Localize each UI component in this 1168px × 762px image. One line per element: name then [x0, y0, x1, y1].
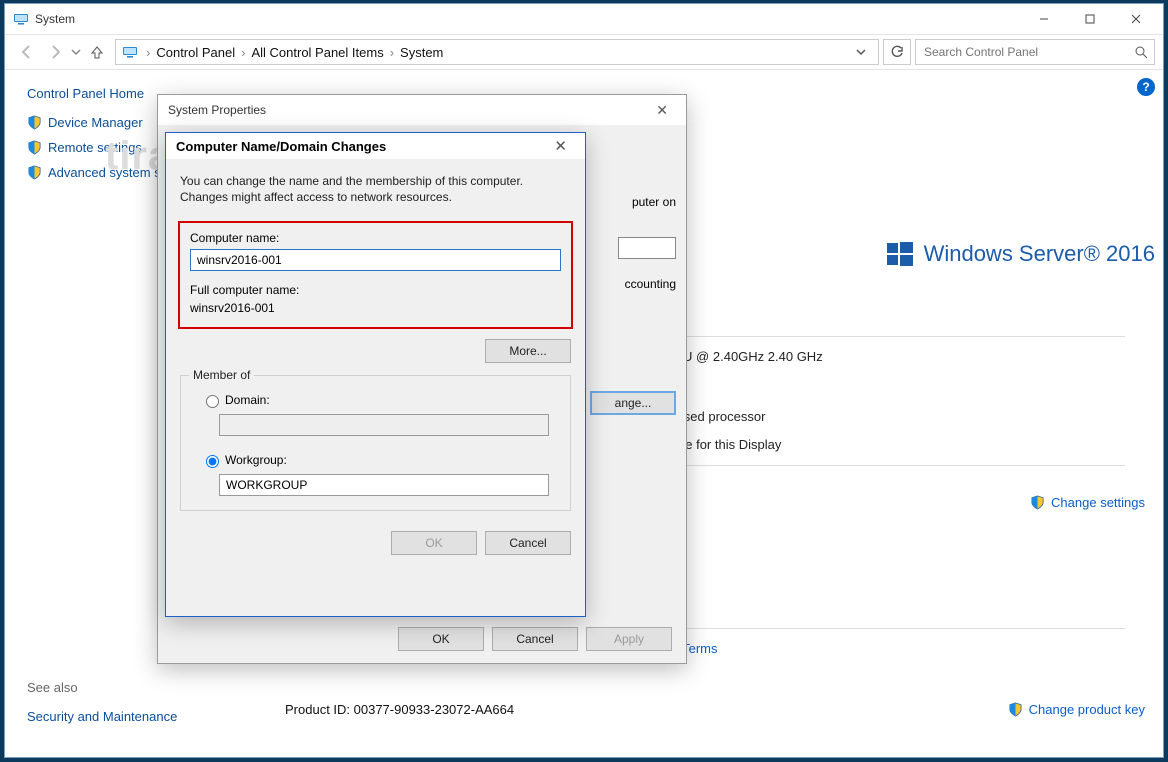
see-also-heading: See also: [27, 680, 273, 695]
button-label: Apply: [614, 632, 644, 646]
toolbar: › Control Panel › All Control Panel Item…: [5, 34, 1163, 70]
window-title: System: [35, 12, 75, 26]
full-computer-name-label: Full computer name:: [190, 283, 561, 297]
breadcrumb-0[interactable]: Control Panel: [152, 45, 239, 60]
system-icon: [13, 11, 29, 27]
product-id-label: Product ID:: [285, 702, 354, 717]
maximize-button[interactable]: [1067, 4, 1113, 34]
close-icon[interactable]: ✕: [648, 98, 676, 123]
button-label: Cancel: [509, 536, 546, 550]
domain-radio[interactable]: [206, 395, 219, 408]
domain-input: [219, 414, 549, 436]
workgroup-input[interactable]: [219, 474, 549, 496]
nav-up-button[interactable]: [83, 45, 111, 59]
member-of-fieldset: Member of Domain: Workgroup:: [180, 375, 571, 511]
workgroup-label: Workgroup:: [225, 453, 287, 467]
explorer-window: System › Control Panel › All Control Pan…: [4, 3, 1164, 758]
domain-radio-row[interactable]: Domain:: [201, 392, 556, 408]
ok-button[interactable]: OK: [391, 531, 477, 555]
shield-icon: [27, 140, 42, 155]
fieldset-legend: Member of: [189, 368, 254, 382]
button-label: OK: [425, 536, 442, 550]
help-icon[interactable]: ?: [1137, 78, 1155, 96]
full-computer-name-value: winsrv2016-001: [190, 301, 561, 315]
computer-name-label: Computer name:: [190, 231, 561, 245]
license-terms-link[interactable]: se Terms: [665, 635, 1125, 663]
domain-label: Domain:: [225, 393, 270, 407]
button-label: OK: [432, 632, 449, 646]
refresh-button[interactable]: [883, 39, 911, 65]
dialog-footer: OK Cancel Apply: [398, 627, 672, 651]
cpu-line: CPU @ 2.40GHz 2.40 GHz: [665, 343, 1125, 371]
sidebar-item-label: Remote settings: [48, 140, 142, 155]
breadcrumb-sep: ›: [388, 45, 396, 60]
product-id: Product ID: 00377-90933-23072-AA664: [285, 702, 514, 717]
apply-button[interactable]: Apply: [586, 627, 672, 651]
close-button[interactable]: [1113, 4, 1159, 34]
button-label: Cancel: [516, 632, 553, 646]
change-product-key-link[interactable]: Change product key: [1008, 702, 1145, 717]
fragment-text: puter on: [632, 195, 676, 209]
display-line: lable for this Display: [665, 431, 1125, 459]
nav-back-button[interactable]: [13, 38, 41, 66]
dialog-description: You can change the name and the membersh…: [166, 159, 585, 215]
change-settings-link[interactable]: Change settings: [1030, 495, 1145, 510]
dialog-title: Computer Name/Domain Changes: [176, 139, 386, 154]
computer-name-dialog: Computer Name/Domain Changes ✕ You can c…: [165, 132, 586, 617]
windows-brand: Windows Server® 2016: [886, 240, 1155, 268]
product-id-value: 00377-90933-23072-AA664: [354, 702, 514, 717]
button-label: More...: [509, 344, 546, 358]
dialog-titlebar: System Properties ✕: [158, 95, 686, 125]
breadcrumb-2[interactable]: System: [396, 45, 447, 60]
more-button[interactable]: More...: [485, 339, 571, 363]
fragment-text: ccounting: [625, 277, 676, 291]
shield-icon: [27, 115, 42, 130]
address-caret[interactable]: [850, 47, 872, 57]
search-input[interactable]: [922, 44, 1134, 60]
close-icon[interactable]: ✕: [546, 133, 575, 159]
computer-name-input[interactable]: [190, 249, 561, 271]
brand-text: Windows Server® 2016: [924, 241, 1155, 267]
highlighted-section: Computer name: Full computer name: winsr…: [178, 221, 573, 329]
proc-line: -based processor: [665, 403, 1125, 431]
breadcrumb-sep: ›: [144, 45, 152, 60]
dialog-title: System Properties: [168, 103, 266, 117]
recent-chevron[interactable]: [71, 47, 81, 57]
breadcrumb-1[interactable]: All Control Panel Items: [247, 45, 387, 60]
minimize-button[interactable]: [1021, 4, 1067, 34]
breadcrumb-sep: ›: [239, 45, 247, 60]
change-button[interactable]: ange...: [590, 391, 676, 415]
dialog-footer: OK Cancel: [166, 523, 585, 563]
see-also-link[interactable]: Security and Maintenance: [27, 709, 273, 724]
sidebar-item-label: Device Manager: [48, 115, 143, 130]
button-label: ange...: [615, 396, 652, 410]
windows-logo-icon: [886, 240, 914, 268]
search-icon: [1134, 45, 1148, 59]
link-label: Change settings: [1051, 495, 1145, 510]
fragment-input[interactable]: [618, 237, 676, 259]
cancel-button[interactable]: Cancel: [492, 627, 578, 651]
link-label: Change product key: [1029, 702, 1145, 717]
titlebar: System: [5, 4, 1163, 34]
shield-icon: [27, 165, 42, 180]
workgroup-radio[interactable]: [206, 455, 219, 468]
address-bar[interactable]: › Control Panel › All Control Panel Item…: [115, 39, 879, 65]
search-box[interactable]: [915, 39, 1155, 65]
shield-icon: [1030, 495, 1045, 510]
dialog-titlebar: Computer Name/Domain Changes ✕: [166, 133, 585, 159]
workgroup-radio-row[interactable]: Workgroup:: [201, 452, 556, 468]
ok-button[interactable]: OK: [398, 627, 484, 651]
nav-forward-button[interactable]: [41, 38, 69, 66]
system-icon: [122, 44, 138, 60]
cancel-button[interactable]: Cancel: [485, 531, 571, 555]
shield-icon: [1008, 702, 1023, 717]
